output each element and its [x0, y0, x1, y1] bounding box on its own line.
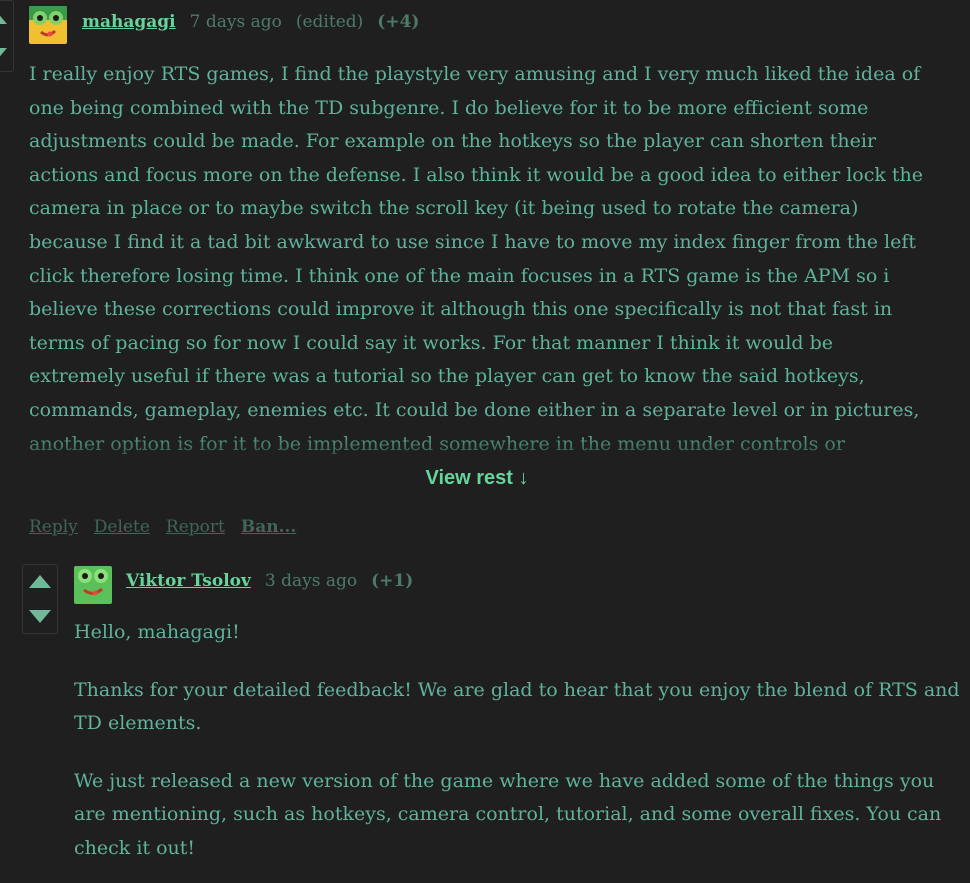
downvote-icon[interactable]: [0, 48, 7, 61]
reply-avatar[interactable]: [74, 566, 112, 604]
frog-avatar-icon: [29, 6, 67, 44]
reply-paragraph: Hello, mahagagi!: [74, 621, 240, 643]
reply-link[interactable]: Reply: [29, 517, 78, 537]
reply-timestamp[interactable]: 3 days ago: [265, 571, 357, 591]
truncation-fade: [0, 430, 970, 470]
comment-timestamp[interactable]: 7 days ago: [190, 12, 282, 32]
comment-actions: Reply Delete Report Ban...: [29, 517, 296, 537]
view-rest-link[interactable]: View rest ↓: [0, 467, 954, 490]
comment-text: I really enjoy RTS games, I find the pla…: [29, 63, 924, 455]
comment-thread: mahagagi 7 days ago (edited) (+4) I real…: [0, 0, 970, 883]
reply-vote-controls: [22, 564, 58, 634]
reply-score: (+1): [371, 571, 414, 591]
reply-paragraph: We just released a new version of the ga…: [74, 769, 942, 859]
comment-header: mahagagi 7 days ago (edited) (+4): [82, 12, 419, 32]
frog-avatar-icon: [74, 566, 112, 604]
delete-link[interactable]: Delete: [94, 517, 150, 537]
reply-header: Viktor Tsolov 3 days ago (+1): [126, 571, 413, 591]
reply-author-link[interactable]: Viktor Tsolov: [126, 571, 251, 591]
downvote-icon[interactable]: [29, 610, 51, 623]
avatar[interactable]: [29, 6, 67, 44]
vote-controls: [0, 0, 14, 72]
ban-link[interactable]: Ban...: [241, 517, 297, 537]
edited-marker: (edited): [295, 12, 364, 32]
upvote-icon[interactable]: [0, 11, 7, 24]
reply-paragraph: Thanks for your detailed feedback! We ar…: [74, 678, 960, 735]
comment-score: (+4): [377, 12, 420, 32]
author-link[interactable]: mahagagi: [82, 12, 176, 32]
report-link[interactable]: Report: [166, 517, 225, 537]
reply-body: Hello, mahagagi! Thanks for your detaile…: [74, 616, 964, 883]
comment-body: I really enjoy RTS games, I find the pla…: [29, 58, 934, 456]
upvote-icon[interactable]: [29, 575, 51, 588]
